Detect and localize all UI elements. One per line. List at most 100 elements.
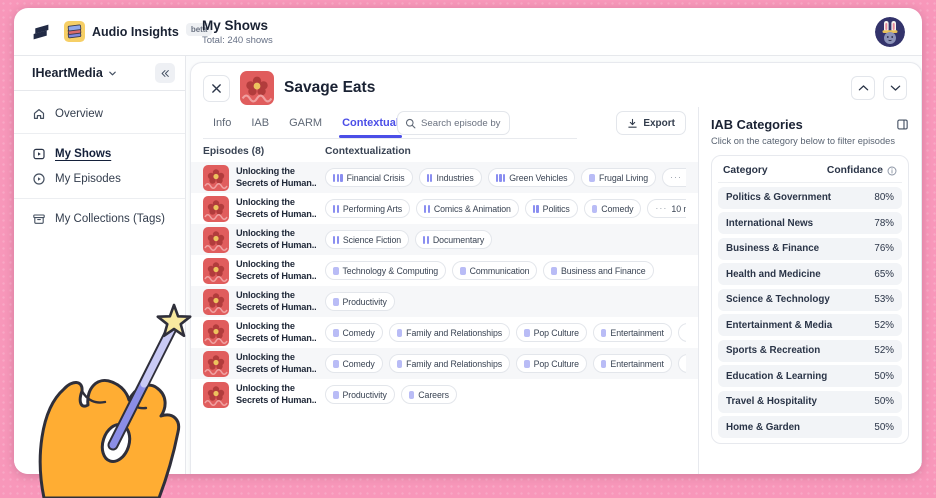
iab-panel-subtitle: Click on the category below to filter ep… bbox=[711, 136, 909, 146]
tag-label: Performing Arts bbox=[343, 204, 402, 214]
sidebar-item-my-episodes[interactable]: My Episodes bbox=[14, 166, 185, 191]
iab-category-row[interactable]: Politics & Government 80% bbox=[718, 187, 902, 209]
contextual-tag-chip[interactable]: Politics bbox=[525, 199, 578, 218]
more-tags-chip[interactable]: ···10 more bbox=[662, 168, 686, 187]
tab-iab[interactable]: IAB bbox=[241, 107, 279, 138]
episode-row[interactable]: Unlocking theSecrets of Human... ComedyF… bbox=[191, 317, 698, 348]
episode-tags: Productivity Careers bbox=[325, 385, 686, 404]
iab-confidence-value: 76% bbox=[874, 243, 894, 254]
contextual-tag-chip[interactable]: Technology & Computing bbox=[325, 261, 446, 280]
iab-category-row[interactable]: Sports & Recreation 52% bbox=[718, 340, 902, 362]
sidebar-item-label: My Episodes bbox=[55, 173, 121, 185]
episode-row[interactable]: Unlocking theSecrets of Human... ComedyF… bbox=[191, 348, 698, 379]
episode-artwork bbox=[203, 320, 229, 346]
tab-info[interactable]: Info bbox=[203, 107, 241, 138]
contextual-tag-chip[interactable]: Productivity bbox=[325, 385, 395, 404]
contextual-tag-chip[interactable]: Entertainment bbox=[593, 354, 672, 373]
iab-category-row[interactable]: Entertainment & Media 52% bbox=[718, 314, 902, 336]
sidebar-collapse-button[interactable] bbox=[155, 63, 175, 83]
iab-category-row[interactable]: Science & Technology 53% bbox=[718, 289, 902, 311]
episode-tags: Comedy Family and Relationships Pop Cultur… bbox=[325, 354, 686, 373]
sidebar-item-my-collections[interactable]: My Collections (Tags) bbox=[14, 206, 185, 231]
side-panel-icon[interactable] bbox=[896, 118, 909, 131]
episode-title: Unlocking theSecrets of Human... bbox=[236, 166, 316, 190]
contextual-tag-chip[interactable]: Careers bbox=[401, 385, 457, 404]
s-blocks-logo-icon bbox=[32, 22, 50, 42]
tag-strength-bars-icon bbox=[524, 360, 530, 368]
sidebar-item-overview[interactable]: Overview bbox=[14, 101, 185, 126]
close-button[interactable] bbox=[203, 75, 230, 102]
contextual-tag-chip[interactable]: Food & Drink bbox=[678, 323, 686, 342]
contextual-tag-chip[interactable]: Pop Culture bbox=[516, 323, 587, 342]
episode-row[interactable]: Unlocking theSecrets of Human... Financi… bbox=[191, 162, 698, 193]
contextual-tag-chip[interactable]: Comedy bbox=[584, 199, 642, 218]
contextual-tag-chip[interactable]: Communication bbox=[452, 261, 537, 280]
tag-strength-bars-icon bbox=[333, 329, 339, 337]
contextual-tag-chip[interactable]: Financial Crisis bbox=[325, 168, 413, 187]
org-switcher[interactable]: IHeartMedia bbox=[14, 56, 185, 91]
export-button[interactable]: Export bbox=[616, 111, 686, 135]
tag-strength-bars-icon bbox=[427, 174, 433, 182]
iab-category-name: Sports & Recreation bbox=[726, 345, 820, 356]
episode-row[interactable]: Unlocking theSecrets of Human... Technol… bbox=[191, 255, 698, 286]
next-show-button[interactable] bbox=[883, 76, 907, 100]
episode-row[interactable]: Unlocking theSecrets of Human... Perform… bbox=[191, 193, 698, 224]
tag-label: Comedy bbox=[343, 359, 375, 369]
iab-category-row[interactable]: Home & Garden 50% bbox=[718, 416, 902, 438]
episode-title: Unlocking theSecrets of Human... bbox=[236, 197, 316, 221]
episode-artwork bbox=[203, 382, 229, 408]
episode-row[interactable]: Unlocking theSecrets of Human... Product… bbox=[191, 286, 698, 317]
contextual-tag-chip[interactable]: Family and Relationships bbox=[389, 354, 510, 373]
iab-category-name: Education & Learning bbox=[726, 371, 827, 382]
episode-search[interactable] bbox=[397, 111, 510, 135]
contextual-tag-chip[interactable]: Comedy bbox=[325, 323, 383, 342]
sidebar-item-my-shows[interactable]: My Shows bbox=[14, 141, 185, 166]
contextual-tag-chip[interactable]: Performing Arts bbox=[325, 199, 410, 218]
iab-category-name: Travel & Hospitality bbox=[726, 396, 817, 407]
brand: Audio Insights beta bbox=[14, 21, 186, 42]
contextual-tag-chip[interactable]: Business and Finance bbox=[543, 261, 653, 280]
more-tags-label: 10 more bbox=[671, 204, 686, 214]
contextual-tag-chip[interactable]: Comedy bbox=[325, 354, 383, 373]
contextual-tag-chip[interactable]: Food & Drink bbox=[678, 354, 686, 373]
tag-label: Pop Culture bbox=[534, 359, 579, 369]
more-tags-chip[interactable]: ···10 more bbox=[647, 199, 686, 218]
iab-category-row[interactable]: Business & Finance 76% bbox=[718, 238, 902, 260]
close-icon bbox=[211, 83, 222, 94]
iab-category-row[interactable]: Education & Learning 50% bbox=[718, 365, 902, 387]
episode-row[interactable]: Unlocking theSecrets of Human... Product… bbox=[191, 379, 698, 410]
tag-label: Technology & Computing bbox=[343, 266, 439, 276]
page-subtitle: Total: 240 shows bbox=[202, 35, 273, 46]
category-column-header: Category bbox=[723, 165, 768, 176]
magician-rabbit-avatar[interactable] bbox=[875, 17, 905, 47]
contextual-tag-chip[interactable]: Science Fiction bbox=[325, 230, 409, 249]
iab-category-row[interactable]: Travel & Hospitality 50% bbox=[718, 391, 902, 413]
tag-strength-bars-icon bbox=[601, 329, 607, 337]
search-input[interactable] bbox=[421, 118, 502, 129]
contextual-tag-chip[interactable]: Productivity bbox=[325, 292, 395, 311]
tag-strength-bars-icon bbox=[397, 360, 403, 368]
episode-tags: Productivity bbox=[325, 292, 686, 311]
iab-category-row[interactable]: International News 78% bbox=[718, 212, 902, 234]
tab-garm[interactable]: GARM bbox=[279, 107, 332, 138]
contextual-tag-chip[interactable]: Green Vehicles bbox=[488, 168, 576, 187]
tag-label: Comedy bbox=[343, 328, 375, 338]
iab-panel-title: IAB Categories bbox=[711, 117, 803, 132]
episode-tags: Comedy Family and Relationships Pop Cultur… bbox=[325, 323, 686, 342]
show-artwork bbox=[240, 71, 274, 105]
episode-artwork bbox=[203, 196, 229, 222]
episode-row[interactable]: Unlocking theSecrets of Human... Science… bbox=[191, 224, 698, 255]
contextual-tag-chip[interactable]: Entertainment bbox=[593, 323, 672, 342]
iab-category-row[interactable]: Health and Medicine 65% bbox=[718, 263, 902, 285]
prev-show-button[interactable] bbox=[851, 76, 875, 100]
contextual-tag-chip[interactable]: Documentary bbox=[415, 230, 492, 249]
contextual-tag-chip[interactable]: Family and Relationships bbox=[389, 323, 510, 342]
divider bbox=[14, 133, 185, 134]
info-circle-icon[interactable] bbox=[887, 166, 897, 176]
contextual-tag-chip[interactable]: Frugal Living bbox=[581, 168, 656, 187]
iab-categories-panel: IAB Categories Click on the category bel… bbox=[698, 107, 921, 474]
iab-category-name: Politics & Government bbox=[726, 192, 831, 203]
contextual-tag-chip[interactable]: Pop Culture bbox=[516, 354, 587, 373]
contextual-tag-chip[interactable]: Industries bbox=[419, 168, 482, 187]
contextual-tag-chip[interactable]: Comics & Animation bbox=[416, 199, 519, 218]
